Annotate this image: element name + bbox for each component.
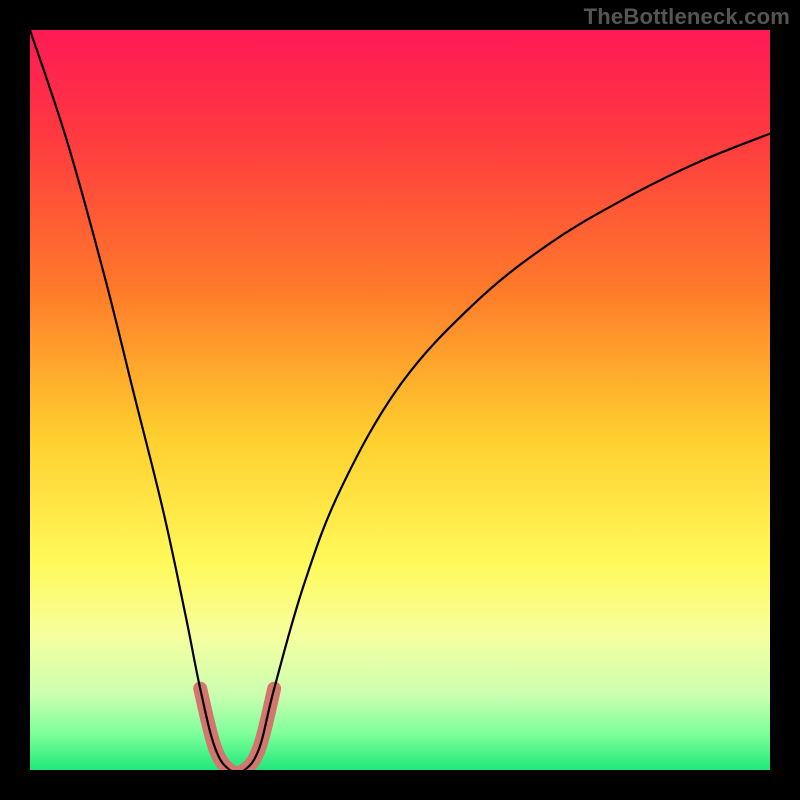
- gradient-background: [30, 30, 770, 770]
- chart-stage: TheBottleneck.com: [0, 0, 800, 800]
- plot-area: [30, 30, 770, 770]
- attribution-label: TheBottleneck.com: [584, 4, 790, 30]
- chart-svg: [30, 30, 770, 770]
